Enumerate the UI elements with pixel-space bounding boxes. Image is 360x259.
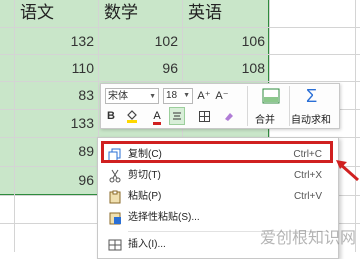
menu-item-label: 粘贴(P) <box>128 191 162 202</box>
table-cell[interactable]: 89 <box>14 137 94 165</box>
menu-item-cut[interactable]: 剪切(T) Ctrl+X <box>98 165 338 187</box>
eraser-icon <box>225 113 233 122</box>
grow-font-button[interactable]: A⁺ <box>197 88 211 104</box>
paste-special-icon <box>109 212 121 225</box>
autosum-label: 自动求和 <box>291 115 331 126</box>
menu-item-label: 剪切(T) <box>128 170 161 181</box>
table-cell[interactable]: 132 <box>14 27 94 55</box>
borders-button[interactable] <box>195 108 213 124</box>
menu-item-shortcut: Ctrl+X <box>293 170 322 181</box>
table-cell[interactable]: 108 <box>182 54 265 82</box>
font-color-button[interactable]: A <box>147 108 167 125</box>
menu-item-paste[interactable]: 粘贴(P) Ctrl+V <box>98 186 338 208</box>
font-name-select[interactable]: 宋体 ▼ <box>105 88 159 104</box>
insert-icon <box>108 239 122 251</box>
align-center-icon <box>173 112 181 120</box>
red-arrow-icon <box>336 160 359 182</box>
menu-item-shortcut: Ctrl+V <box>293 191 322 202</box>
table-cell[interactable]: 83 <box>14 81 94 109</box>
scissors-icon <box>109 169 121 183</box>
fill-color-button[interactable] <box>121 108 143 124</box>
copy-highlight-box <box>101 141 333 163</box>
font-color-letter: A <box>153 111 161 125</box>
bold-button[interactable]: B <box>105 108 117 124</box>
autosum-button[interactable]: Σ 自动求和 <box>291 86 337 126</box>
watermark-text: 爱创根知识网 <box>259 228 356 247</box>
header-cell-chinese[interactable]: 语文 <box>14 0 98 27</box>
font-size-value: 18 <box>166 90 178 101</box>
mini-format-toolbar: 宋体 ▼ 18 ▼ A⁺ A⁻ B A 合并 Σ 自动求和 <box>100 83 340 129</box>
merge-label: 合并 <box>255 115 275 126</box>
font-size-select[interactable]: 18 ▼ <box>163 88 193 104</box>
chevron-down-icon: ▼ <box>183 92 190 99</box>
sigma-icon: Σ <box>306 86 318 106</box>
merge-cells-icon <box>262 88 280 104</box>
paste-icon <box>109 190 121 204</box>
table-cell[interactable]: 96 <box>98 54 178 82</box>
merge-button[interactable]: 合并 <box>253 86 289 126</box>
table-cell[interactable]: 96 <box>14 166 94 194</box>
table-cell[interactable]: 110 <box>14 54 94 82</box>
header-cell-english[interactable]: 英语 <box>182 0 268 27</box>
font-name-value: 宋体 <box>108 91 128 102</box>
align-center-button[interactable] <box>169 107 185 125</box>
header-cell-math[interactable]: 数学 <box>98 0 182 27</box>
clear-format-button[interactable] <box>221 108 237 124</box>
border-grid-icon <box>198 110 210 122</box>
table-cell[interactable]: 133 <box>14 109 94 137</box>
chevron-down-icon: ▼ <box>149 93 156 100</box>
table-cell[interactable]: 102 <box>98 27 178 55</box>
shrink-font-button[interactable]: A⁻ <box>215 88 229 104</box>
table-cell[interactable]: 106 <box>182 27 265 55</box>
menu-item-label: 选择性粘贴(S)... <box>128 212 200 223</box>
menu-item-label: 插入(I)... <box>128 239 166 250</box>
paint-bucket-icon <box>127 110 137 124</box>
